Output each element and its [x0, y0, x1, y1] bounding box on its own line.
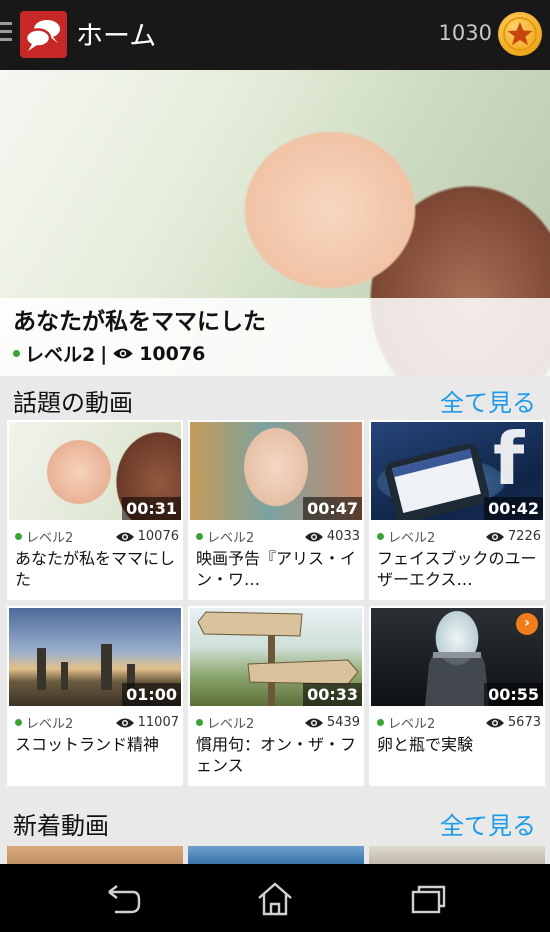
section-title-trending: 話題の動画: [13, 389, 133, 417]
see-all-new-link[interactable]: 全て見る: [440, 806, 536, 841]
video-level: レベル2: [207, 717, 255, 732]
video-title: 慣用句：オン・ザ・フェンス: [196, 735, 357, 775]
level-dot: [377, 533, 384, 540]
video-card[interactable]: f 00:42 レベル2 7226 フェイスブックのユーザーエクス…: [369, 420, 545, 600]
featured-views: 10076: [139, 342, 206, 365]
video-level: レベル2: [26, 531, 74, 546]
video-level: レベル2: [26, 717, 74, 732]
video-duration: 00:47: [303, 497, 362, 520]
video-meta: レベル2 4033: [196, 527, 360, 546]
video-duration: 00:55: [484, 683, 543, 706]
level-dot: [377, 719, 384, 726]
featured-level: レベル2: [25, 344, 96, 366]
section-title-new: 新着動画: [13, 812, 109, 840]
video-views: 5673: [507, 715, 541, 730]
video-level: レベル2: [207, 531, 255, 546]
eye-icon: [115, 718, 134, 727]
meta-separator: |: [100, 342, 108, 365]
trending-grid: 00:31 レベル2 10076 あなたが私をママにした 00:47 レベル2 …: [7, 420, 545, 786]
svg-text:f: f: [493, 422, 525, 501]
eye-icon: [115, 532, 134, 541]
video-views: 5439: [326, 715, 360, 730]
video-thumbnail: 00:47: [190, 422, 362, 520]
featured-meta: レベル2 | 10076: [13, 340, 205, 367]
featured-title: あなたが私をママにした: [13, 309, 266, 335]
video-title: あなたが私をママにした: [15, 549, 176, 589]
video-level: レベル2: [388, 717, 436, 732]
app-bar: ホーム 1030: [0, 0, 550, 70]
video-card[interactable]: 01:00 レベル2 11007 スコットランド精神: [7, 606, 183, 786]
video-meta: レベル2 7226: [377, 527, 541, 546]
coin-count: 1030: [438, 21, 492, 45]
video-views: 7226: [507, 529, 541, 544]
eye-icon: [113, 348, 133, 359]
level-dot: [196, 719, 203, 726]
video-duration: 00:33: [303, 683, 362, 706]
video-title: 卵と瓶で実験: [377, 735, 474, 754]
video-duration: 01:00: [122, 683, 181, 706]
video-views: 10076: [137, 529, 179, 544]
video-meta: レベル2 5673: [377, 713, 541, 732]
video-title: 映画予告『アリス・イン・ワ…: [196, 549, 357, 589]
video-title: フェイスブックのユーザーエクス…: [377, 549, 537, 589]
eye-icon: [485, 718, 504, 727]
video-meta: レベル2 11007: [15, 713, 179, 732]
eye-icon: [485, 532, 504, 541]
video-views: 11007: [137, 715, 179, 730]
chat-bubbles-icon[interactable]: [20, 11, 67, 58]
see-all-trending-link[interactable]: 全て見る: [440, 383, 536, 418]
video-card[interactable]: › 00:55 レベル2 5673 卵と瓶で実験: [369, 606, 545, 786]
video-thumbnail: 00:31: [9, 422, 181, 520]
hamburger-icon[interactable]: [0, 22, 12, 48]
level-dot: [196, 533, 203, 540]
level-dot: [15, 719, 22, 726]
video-thumbnail: f 00:42: [371, 422, 543, 520]
home-icon[interactable]: [255, 882, 295, 916]
video-title: スコットランド精神: [15, 735, 160, 754]
level-dot: [15, 533, 22, 540]
eye-icon: [304, 532, 323, 541]
video-duration: 00:42: [484, 497, 543, 520]
recents-icon[interactable]: [407, 882, 447, 916]
featured-video[interactable]: あなたが私をママにした レベル2 | 10076: [0, 70, 550, 376]
video-meta: レベル2 5439: [196, 713, 360, 732]
video-level: レベル2: [388, 531, 436, 546]
video-card[interactable]: 00:33 レベル2 5439 慣用句：オン・ザ・フェンス: [188, 606, 364, 786]
system-nav-bar: [0, 864, 550, 932]
video-thumbnail: 01:00: [9, 608, 181, 706]
video-thumbnail: 00:33: [190, 608, 362, 706]
video-card[interactable]: 00:47 レベル2 4033 映画予告『アリス・イン・ワ…: [188, 420, 364, 600]
level-dot: [13, 350, 20, 357]
video-meta: レベル2 10076: [15, 527, 179, 546]
chevron-right-icon[interactable]: ›: [516, 613, 538, 635]
video-card[interactable]: 00:31 レベル2 10076 あなたが私をママにした: [7, 420, 183, 600]
eye-icon: [304, 718, 323, 727]
star-coin-icon[interactable]: [498, 12, 542, 56]
video-duration: 00:31: [122, 497, 181, 520]
back-icon[interactable]: [103, 882, 143, 916]
video-views: 4033: [326, 529, 360, 544]
video-thumbnail: › 00:55: [371, 608, 543, 706]
page-title: ホーム: [76, 21, 157, 52]
